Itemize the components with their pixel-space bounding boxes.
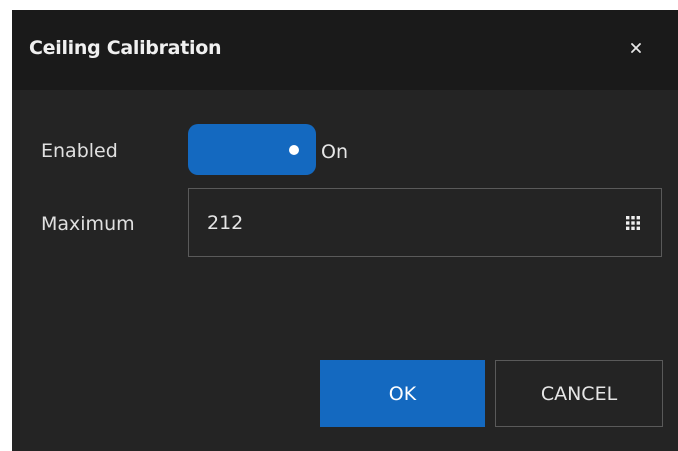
dialog-titlebar: Ceiling Calibration (12, 10, 678, 90)
dialog-title: Ceiling Calibration (29, 37, 222, 59)
maximum-field[interactable]: 212 (188, 188, 662, 257)
toggle-knob (289, 145, 299, 155)
enabled-state-text: On (321, 141, 348, 163)
enabled-toggle[interactable] (188, 124, 316, 175)
close-button[interactable] (622, 34, 650, 62)
enabled-label: Enabled (41, 140, 118, 162)
keypad-icon[interactable] (626, 216, 640, 230)
ok-button[interactable]: OK (320, 360, 485, 427)
ceiling-calibration-dialog: Ceiling Calibration Enabled On Maximum 2… (12, 10, 678, 451)
maximum-label: Maximum (41, 213, 135, 235)
maximum-value[interactable]: 212 (207, 212, 243, 234)
cancel-button[interactable]: CANCEL (495, 360, 663, 427)
close-icon (631, 43, 641, 53)
